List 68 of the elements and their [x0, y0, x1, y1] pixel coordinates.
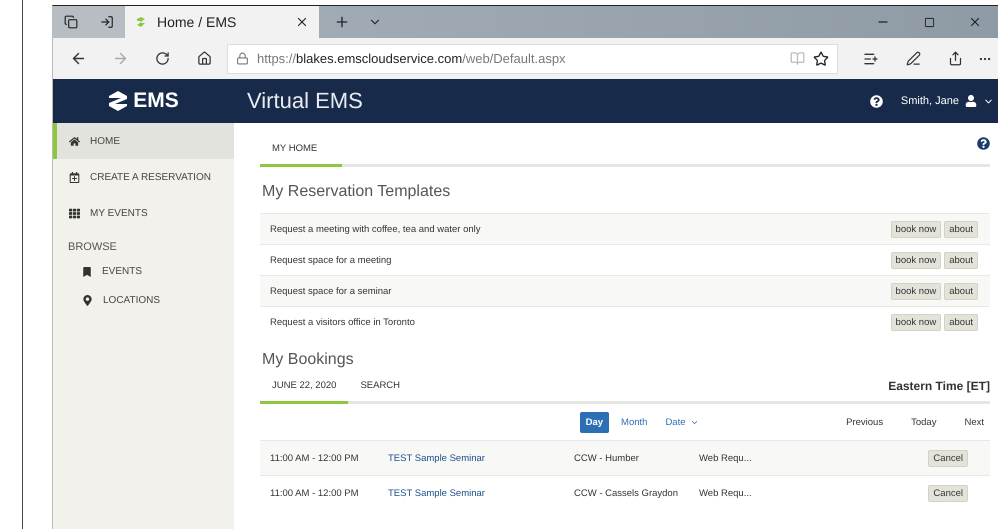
tab-preview-icon[interactable] [64, 15, 78, 29]
logo-text: EMS [133, 89, 179, 113]
sidebar-item[interactable]: MY EVENTS [53, 195, 234, 231]
book-now-button[interactable]: book now [890, 220, 942, 238]
help-icon[interactable] [870, 94, 883, 108]
about-button[interactable]: about [944, 252, 978, 268]
template-name: Request space for a meeting [270, 254, 392, 266]
refresh-icon[interactable] [154, 51, 170, 66]
new-tab-icon[interactable] [334, 14, 350, 30]
sidebar-item[interactable]: LOCATIONS [53, 286, 234, 315]
sidebar-heading: BROWSE [67, 240, 118, 255]
about-button[interactable]: about [944, 220, 978, 238]
template-name: Request space for a seminar [270, 286, 392, 296]
template-name: Request a visitors office in Toronto [270, 316, 416, 328]
maximize-icon[interactable] [924, 16, 934, 28]
booking-time: 11:00 AM - 12:00 PM [270, 452, 360, 464]
section-heading: My Reservation Templates [261, 182, 452, 202]
location-cell-text: CCW - Humber [574, 452, 640, 464]
book-now-button[interactable]: book now [890, 314, 942, 330]
cancel-button[interactable]: Cancel [928, 450, 968, 466]
location-pin-icon [82, 295, 93, 306]
view-toggle[interactable]: Day [580, 412, 610, 432]
favorite-star-icon[interactable] [813, 50, 829, 66]
section-heading: My Bookings [261, 350, 355, 370]
template-name: Request a meeting with coffee, tea and water only [270, 224, 482, 234]
book-now-button[interactable]: book now [890, 252, 942, 268]
date-dropdown[interactable]: Date [659, 412, 705, 432]
location-cell-text: CCW - Cassels Graydon [574, 488, 679, 498]
share-icon[interactable] [948, 51, 962, 66]
view-toggle[interactable]: Month [615, 412, 654, 432]
home-icon[interactable] [196, 51, 212, 66]
book-now-button[interactable]: book now [890, 282, 942, 300]
cancel-button[interactable]: Cancel [928, 484, 968, 502]
event-link[interactable]: TEST Sample Seminar [388, 488, 571, 498]
status-cell-text: Web Requ... [699, 452, 753, 464]
help-icon[interactable] [977, 137, 990, 150]
site-logo-icon [135, 16, 147, 28]
bookings-tab[interactable]: JUNE 22, 2020 [260, 380, 348, 404]
browser-tab[interactable]: Home / EMS [125, 6, 319, 38]
favorites-icon[interactable] [863, 50, 879, 66]
sidebar-item[interactable]: CREATE A RESERVATION [53, 159, 234, 195]
app-title: Virtual EMS [247, 88, 364, 114]
timezone-label: Eastern Time [ET] [888, 379, 990, 395]
nav-link[interactable]: Today [911, 416, 936, 428]
calendar-icon [69, 172, 80, 182]
about-button[interactable]: about [944, 314, 978, 330]
event-link[interactable]: TEST Sample Seminar [388, 452, 571, 464]
grid-icon [69, 208, 80, 218]
bookings-tab[interactable]: SEARCH [348, 380, 412, 404]
status-cell-text: Web Requ... [699, 488, 753, 498]
address-field[interactable]: https://blakes.emscloudservice.com/web/Default.aspx [227, 44, 838, 74]
booking-time: 11:00 AM - 12:00 PM [270, 488, 360, 498]
nav-link[interactable]: Next [964, 416, 984, 428]
close-icon[interactable] [295, 15, 309, 29]
close-icon[interactable] [968, 15, 982, 29]
pen-icon[interactable] [906, 51, 920, 66]
page-tab[interactable]: MY HOME [260, 143, 342, 167]
sidebar-item[interactable]: EVENTS [53, 257, 234, 286]
logo-icon [107, 90, 130, 112]
nav-link[interactable]: Previous [846, 416, 884, 428]
sidebar-item[interactable]: HOME [53, 123, 234, 159]
about-button[interactable]: about [944, 282, 978, 300]
set-aside-tabs-icon[interactable] [100, 15, 114, 29]
user-icon [965, 95, 977, 107]
lock-icon [236, 52, 249, 65]
user-name[interactable]: Smith, Jane [900, 95, 959, 107]
home-icon [69, 136, 80, 146]
bookmark-icon [82, 266, 92, 276]
